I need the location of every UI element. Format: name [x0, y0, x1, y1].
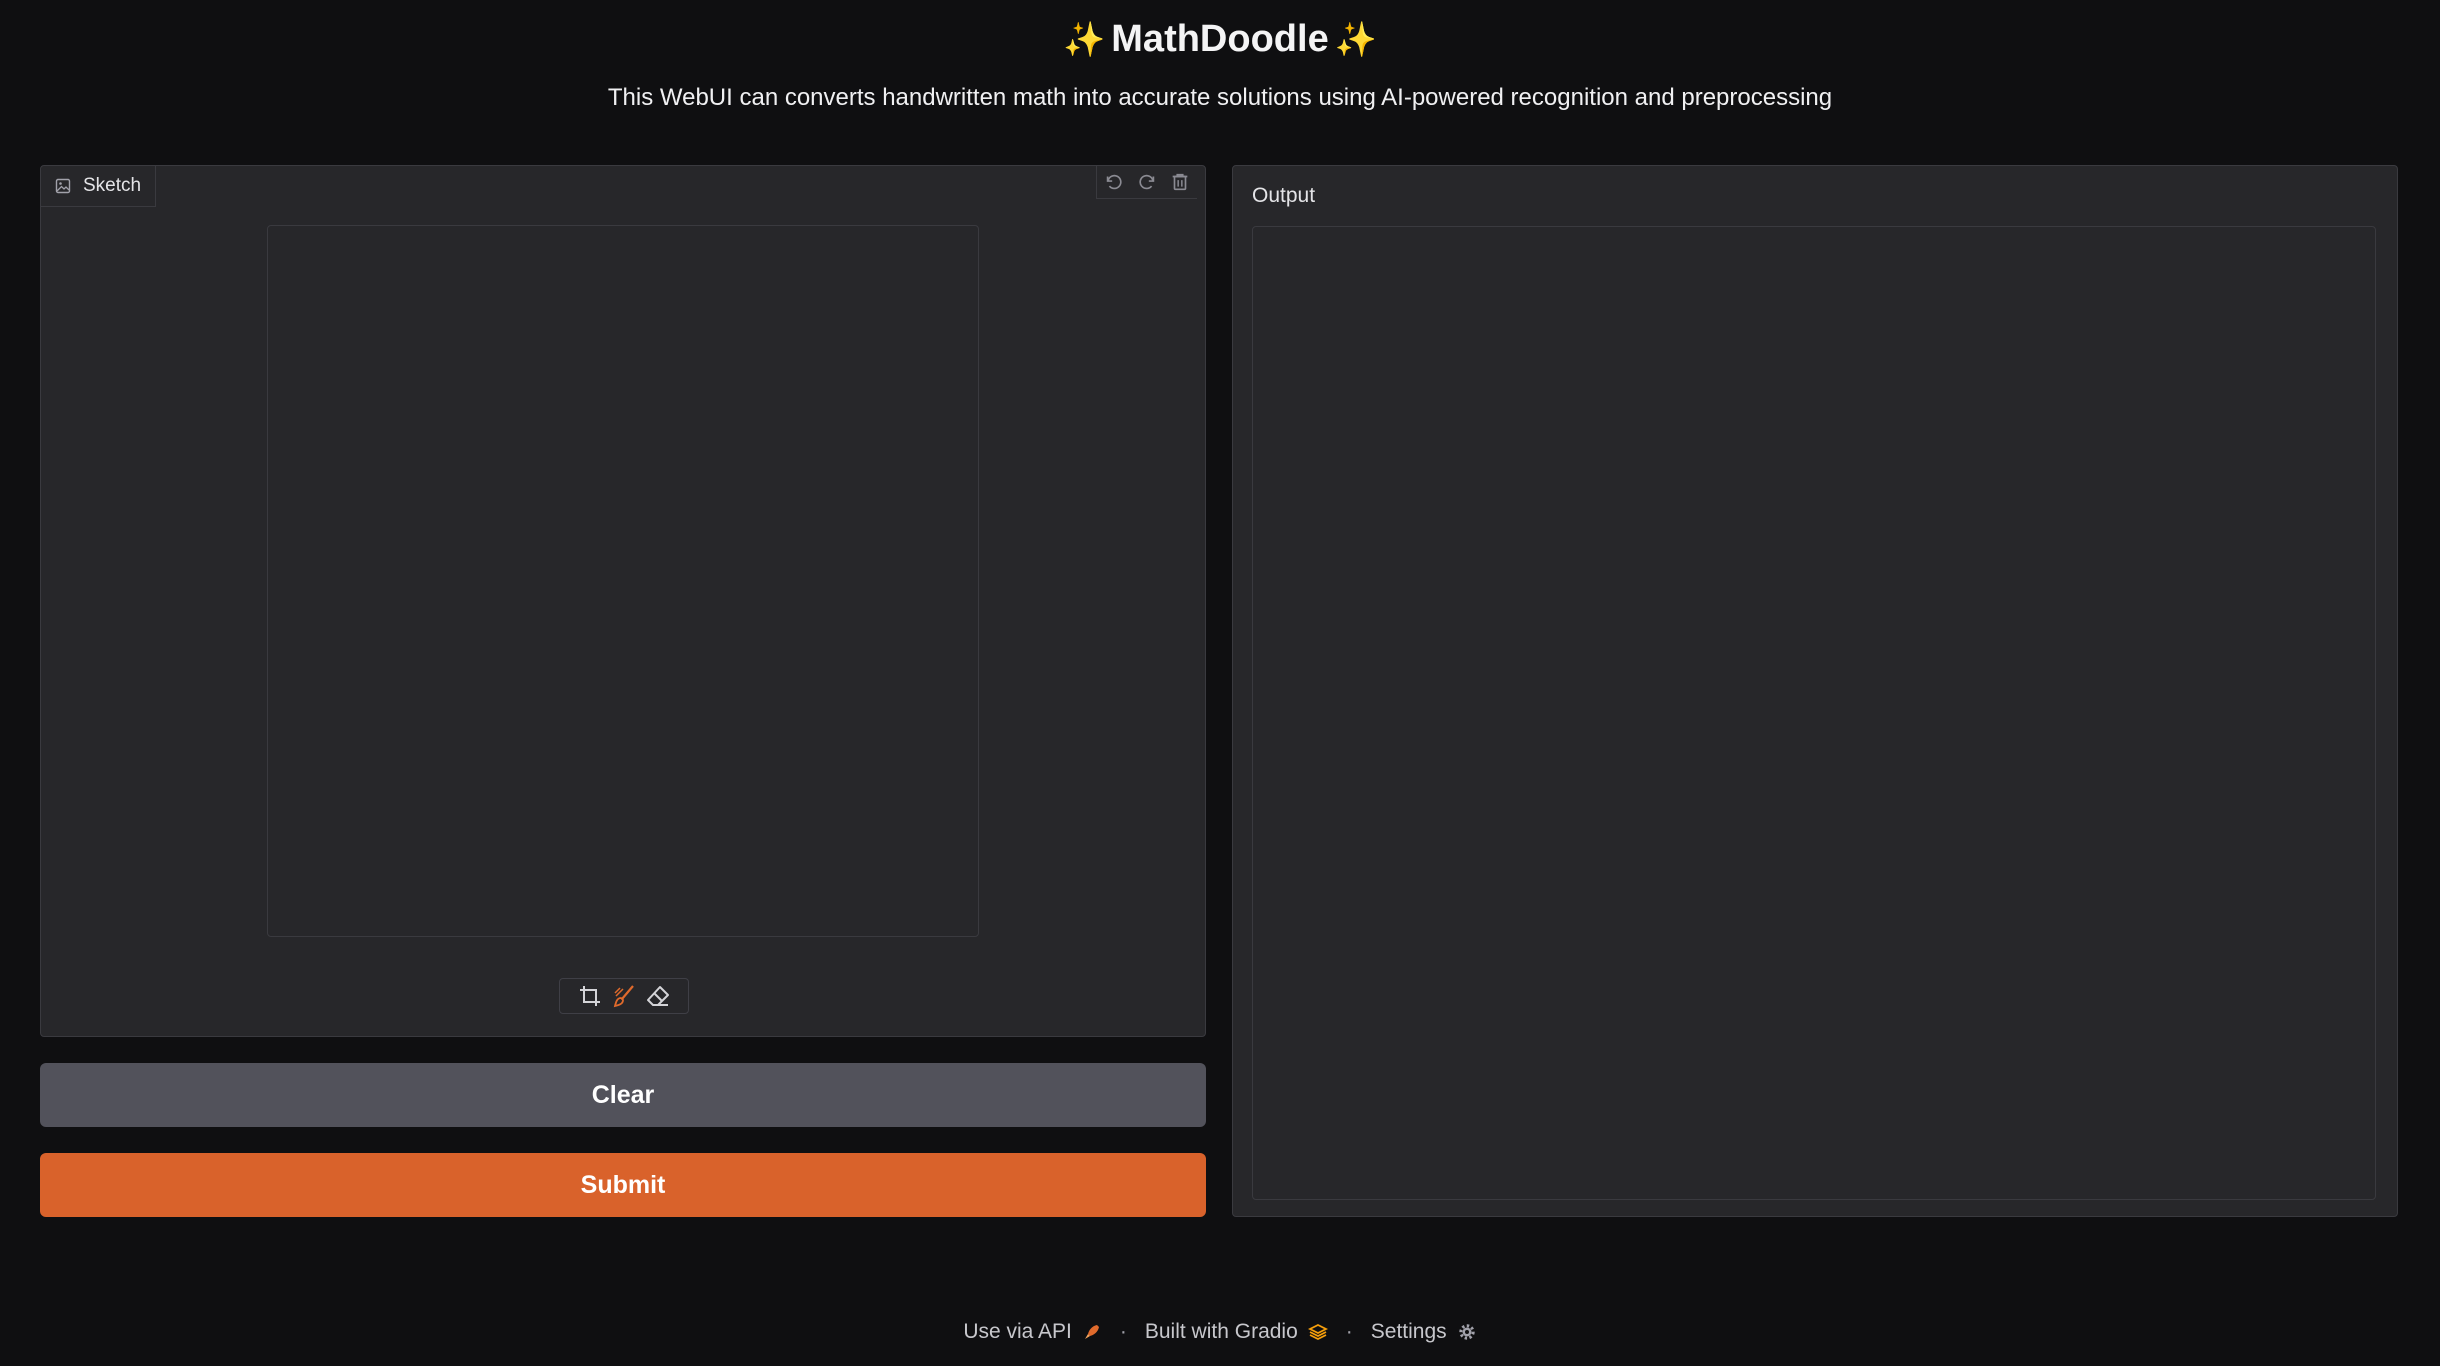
- settings-link[interactable]: Settings: [1371, 1320, 1477, 1344]
- undo-icon[interactable]: [1103, 171, 1125, 193]
- page-subtitle: This WebUI can converts handwritten math…: [607, 84, 1833, 111]
- crop-icon[interactable]: [577, 983, 603, 1009]
- drawing-canvas[interactable]: [267, 225, 979, 937]
- sketch-panel: Sketch: [40, 165, 1206, 1037]
- submit-button[interactable]: Submit: [40, 1153, 1206, 1217]
- sparkle-icon: ✨: [1334, 20, 1378, 59]
- footer-separator: ·: [1119, 1320, 1127, 1343]
- rocket-icon: [1084, 1325, 1099, 1339]
- canvas-bottom-toolbar: [559, 978, 689, 1014]
- output-textbox[interactable]: [1252, 226, 2376, 1200]
- gear-icon: [1458, 1324, 1475, 1340]
- eraser-icon[interactable]: [645, 983, 671, 1009]
- image-icon: [55, 178, 71, 194]
- page-title: ✨ MathDoodle ✨: [0, 18, 2440, 61]
- built-with-gradio-link[interactable]: Built with Gradio: [1145, 1320, 1328, 1344]
- sketch-label: Sketch: [83, 175, 142, 196]
- brush-icon[interactable]: [611, 983, 637, 1009]
- canvas-top-toolbar: [1096, 166, 1197, 199]
- gradio-link-label: Built with Gradio: [1144, 1320, 1298, 1343]
- use-via-api-link[interactable]: Use via API: [963, 1320, 1102, 1344]
- output-label: Output: [1252, 184, 1316, 207]
- settings-link-label: Settings: [1370, 1320, 1447, 1343]
- api-link-label: Use via API: [963, 1320, 1072, 1343]
- footer: Use via API · Built with Gradio · Settin…: [0, 1320, 2440, 1344]
- sparkle-icon: ✨: [1062, 20, 1106, 59]
- sketch-tab-label: Sketch: [41, 166, 157, 207]
- output-panel: Output: [1232, 165, 2398, 1217]
- redo-icon[interactable]: [1136, 171, 1158, 193]
- clear-button[interactable]: Clear: [40, 1063, 1206, 1127]
- footer-separator: ·: [1345, 1320, 1353, 1343]
- gradio-logo-icon: [1307, 1323, 1328, 1341]
- title-text: MathDoodle: [1111, 18, 1329, 60]
- trash-icon[interactable]: [1169, 171, 1191, 193]
